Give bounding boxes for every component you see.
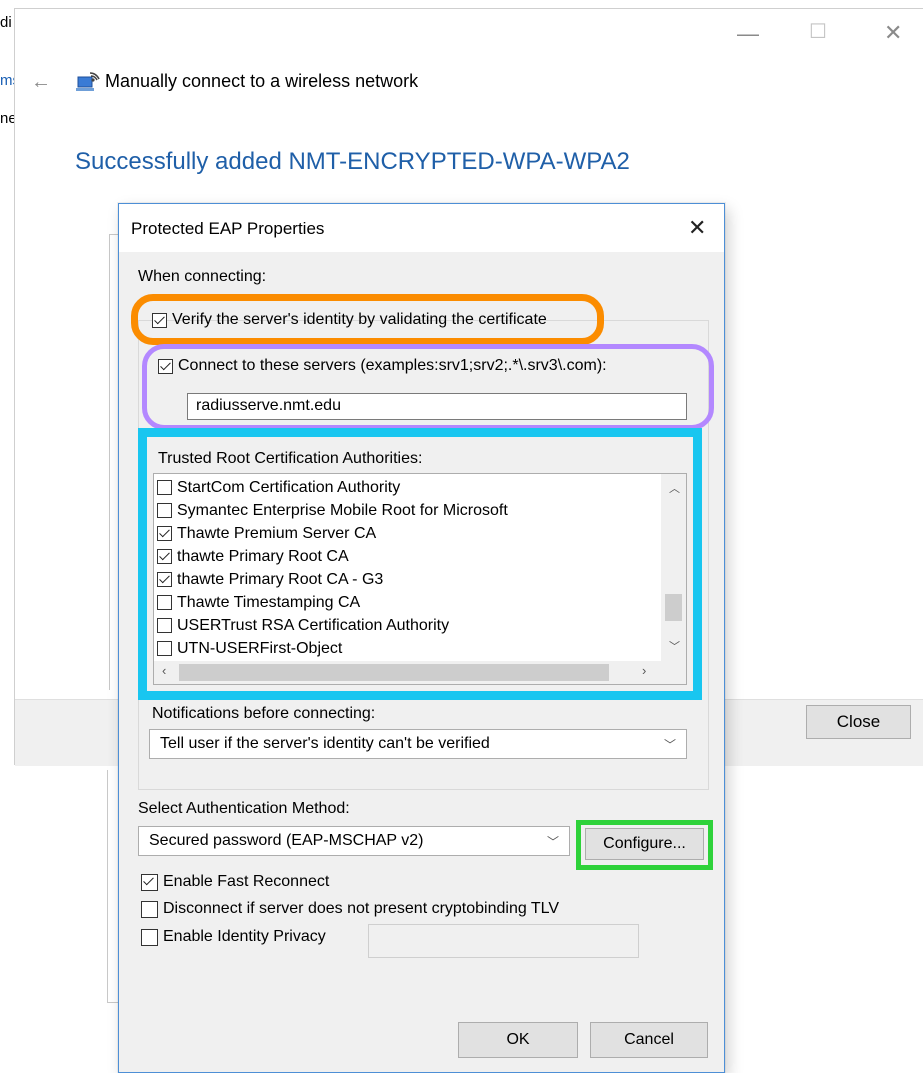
cert-name: UTN-USERFirst-Object (177, 639, 343, 657)
wizard-heading: Successfully added NMT-ENCRYPTED-WPA-WPA… (75, 148, 630, 175)
notifications-label: Notifications before connecting: (152, 705, 376, 722)
wizard-backdrop-frame (109, 234, 118, 690)
cert-checkbox[interactable] (157, 595, 172, 610)
cryptobinding-checkbox[interactable] (141, 900, 158, 918)
maximize-button[interactable]: ☐ (809, 21, 827, 43)
scroll-right-icon[interactable]: › (642, 663, 646, 678)
list-item[interactable]: Thawte Timestamping CA (157, 591, 360, 614)
chevron-down-icon: ﹀ (546, 834, 559, 849)
cryptobinding-option[interactable]: Disconnect if server does not present cr… (141, 900, 559, 918)
dialog-close-icon[interactable]: ✕ (688, 215, 706, 241)
notifications-value: Tell user if the server's identity can't… (160, 735, 490, 752)
auth-method-dropdown[interactable]: Secured password (EAP-MSCHAP v2) ﹀ (138, 826, 570, 856)
dialog-title-bar: Protected EAP Properties ✕ (119, 204, 724, 252)
verify-server-label: Verify the server's identity by validati… (172, 311, 547, 328)
vertical-scrollbar[interactable]: ︿ ﹀ (661, 474, 686, 661)
trusted-root-label: Trusted Root Certification Authorities: (158, 450, 423, 467)
hscroll-thumb[interactable] (179, 664, 609, 681)
network-icon (75, 71, 101, 95)
identity-privacy-input[interactable] (368, 924, 639, 958)
cert-checkbox[interactable] (157, 618, 172, 633)
cert-checkbox[interactable] (157, 572, 172, 587)
fast-reconnect-option[interactable]: Enable Fast Reconnect (141, 873, 329, 891)
cryptobinding-label: Disconnect if server does not present cr… (163, 900, 560, 917)
fast-reconnect-label: Enable Fast Reconnect (163, 873, 330, 890)
identity-privacy-option[interactable]: Enable Identity Privacy (141, 928, 326, 946)
cert-name: thawte Primary Root CA - G3 (177, 570, 384, 588)
back-arrow-icon[interactable]: ← (31, 71, 51, 94)
cert-checkbox[interactable] (157, 549, 172, 564)
fast-reconnect-checkbox[interactable] (141, 873, 158, 891)
configure-button[interactable]: Configure... (585, 828, 704, 860)
auth-method-label: Select Authentication Method: (138, 800, 350, 817)
cert-checkbox[interactable] (157, 480, 172, 495)
verify-server-option[interactable]: Verify the server's identity by validati… (152, 311, 547, 329)
connect-servers-label: Connect to these servers (examples:srv1;… (178, 357, 607, 374)
cert-name: Symantec Enterprise Mobile Root for Micr… (177, 501, 508, 519)
list-item[interactable]: Thawte Premium Server CA (157, 522, 376, 545)
cert-checkbox[interactable] (157, 641, 172, 656)
list-item[interactable]: UTN-USERFirst-Object (157, 637, 342, 660)
cert-name: USERTrust RSA Certification Authority (177, 616, 450, 634)
connect-servers-checkbox[interactable] (158, 358, 173, 374)
cert-checkbox[interactable] (157, 526, 172, 541)
scroll-left-icon[interactable]: ‹ (162, 663, 166, 678)
servers-input[interactable]: radiusserve.nmt.edu (187, 393, 687, 420)
connect-servers-option[interactable]: Connect to these servers (examples:srv1;… (158, 357, 607, 375)
left-fragment-1: di (0, 14, 12, 31)
scroll-up-icon[interactable]: ︿ (669, 480, 680, 496)
cert-name: StartCom Certification Authority (177, 478, 401, 496)
list-item[interactable]: USERTrust RSA Certification Authority (157, 614, 449, 637)
list-item[interactable]: Symantec Enterprise Mobile Root for Micr… (157, 499, 508, 522)
verify-server-checkbox[interactable] (152, 312, 167, 328)
dialog-title: Protected EAP Properties (131, 219, 325, 238)
chevron-down-icon: ﹀ (663, 737, 676, 752)
scroll-thumb[interactable] (665, 594, 682, 621)
trusted-root-listbox[interactable]: StartCom Certification Authority Symante… (153, 473, 687, 685)
list-item[interactable]: thawte Primary Root CA - G3 (157, 568, 383, 591)
cert-name: thawte Primary Root CA (177, 547, 349, 565)
minimize-button[interactable]: — (737, 23, 759, 45)
identity-privacy-label: Enable Identity Privacy (163, 928, 326, 945)
wizard-nav-title: Manually connect to a wireless network (105, 71, 419, 91)
list-item[interactable]: thawte Primary Root CA (157, 545, 349, 568)
cert-name: Thawte Timestamping CA (177, 593, 361, 611)
scroll-down-icon[interactable]: ﹀ (669, 638, 680, 654)
list-item[interactable]: StartCom Certification Authority (157, 476, 400, 499)
horizontal-scrollbar[interactable]: ‹ › (154, 661, 686, 684)
close-button[interactable]: Close (806, 705, 911, 739)
window-close-button[interactable]: ✕ (884, 22, 902, 44)
cancel-button[interactable]: Cancel (590, 1022, 708, 1058)
notifications-dropdown[interactable]: Tell user if the server's identity can't… (149, 729, 687, 759)
cert-checkbox[interactable] (157, 503, 172, 518)
cert-name: Thawte Premium Server CA (177, 524, 377, 542)
when-connecting-label: When connecting: (138, 268, 267, 285)
auth-method-value: Secured password (EAP-MSCHAP v2) (149, 832, 424, 849)
ok-button[interactable]: OK (458, 1022, 578, 1058)
identity-privacy-checkbox[interactable] (141, 928, 158, 946)
